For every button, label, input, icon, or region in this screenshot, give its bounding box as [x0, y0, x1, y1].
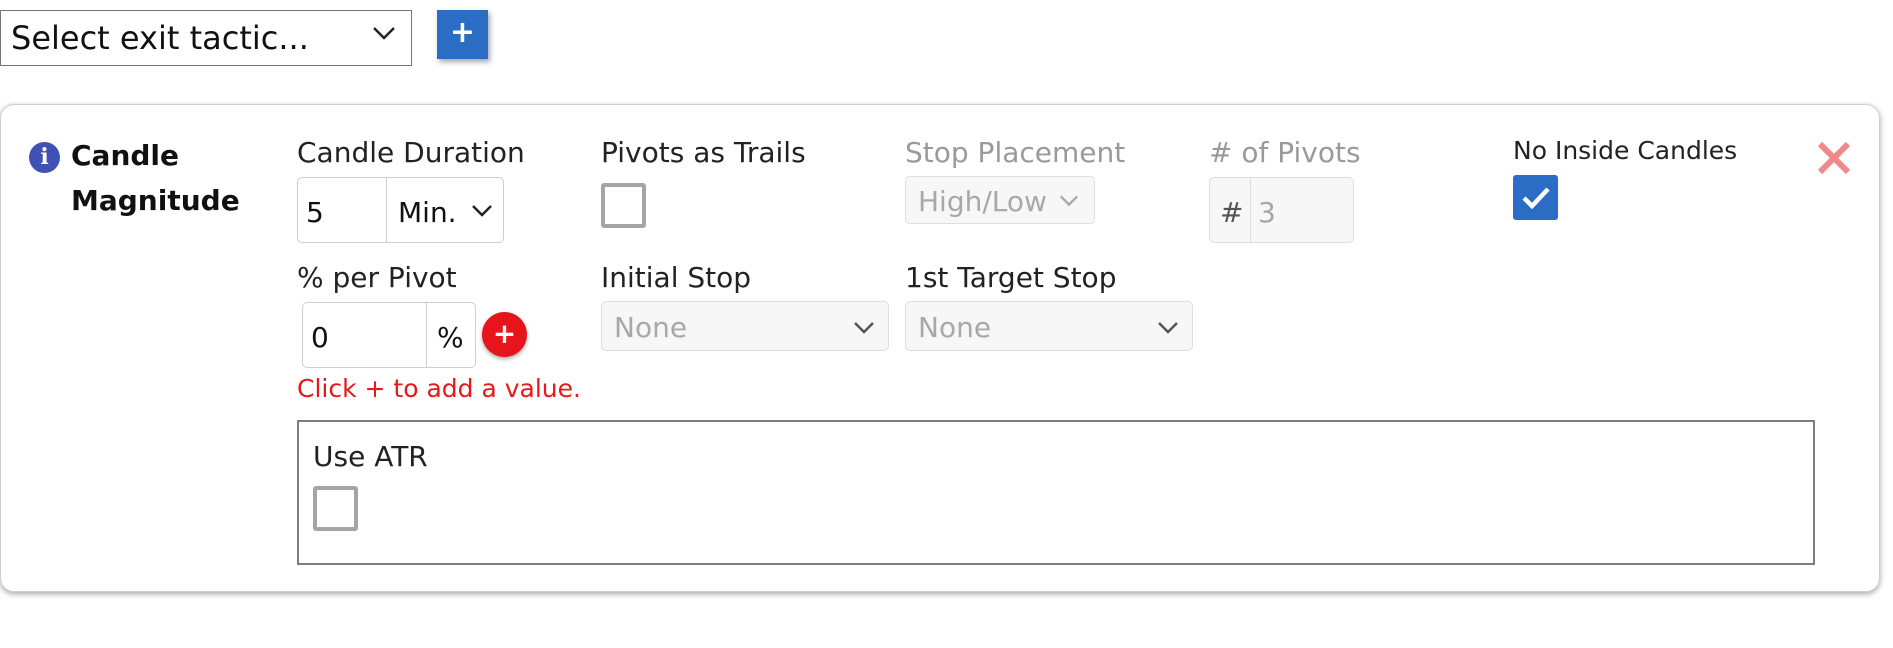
stop-placement-label: Stop Placement	[905, 136, 1126, 169]
initial-stop-select[interactable]: None	[601, 301, 889, 351]
percent-suffix: %	[437, 321, 464, 354]
add-value-button[interactable]: +	[482, 312, 527, 357]
card-title: Candle Magnitude	[71, 133, 271, 223]
add-tactic-button[interactable]: +	[437, 10, 488, 59]
initial-stop-value: None	[614, 311, 688, 344]
first-target-stop-label: 1st Target Stop	[905, 261, 1117, 294]
plus-icon: +	[492, 317, 517, 350]
chevron-down-icon	[1158, 322, 1178, 334]
divider	[1250, 178, 1251, 242]
use-atr-section: Use ATR	[297, 420, 1815, 565]
chevron-down-icon	[1059, 195, 1079, 207]
stop-placement-select[interactable]: High/Low	[905, 176, 1095, 224]
percent-per-pivot-input[interactable]: 0	[311, 321, 329, 354]
use-atr-label: Use ATR	[313, 440, 428, 473]
card-title-line2: Magnitude	[71, 184, 240, 217]
add-value-hint: Click + to add a value.	[297, 374, 581, 403]
no-inside-candles-label: No Inside Candles	[1513, 136, 1738, 165]
pivots-as-trails-checkbox[interactable]	[601, 183, 646, 228]
percent-per-pivot-label: % per Pivot	[297, 261, 457, 294]
chevron-down-icon	[854, 322, 874, 334]
chevron-down-icon	[472, 205, 492, 217]
no-inside-candles-checkbox[interactable]	[1513, 175, 1558, 220]
divider	[386, 178, 387, 242]
num-pivots-group: # 3	[1209, 177, 1354, 243]
candle-duration-unit-select[interactable]: Min.	[398, 196, 457, 229]
candle-duration-input[interactable]: 5	[306, 196, 324, 229]
candle-duration-group: 5 Min.	[297, 177, 504, 243]
info-icon[interactable]: i	[29, 142, 60, 173]
close-icon[interactable]	[1814, 138, 1854, 178]
checkmark-icon	[1522, 187, 1550, 210]
divider	[426, 303, 427, 367]
exit-tactic-select-value: Select exit tactic...	[11, 19, 309, 57]
chevron-down-icon	[373, 27, 395, 40]
num-pivots-input[interactable]: 3	[1258, 196, 1276, 229]
first-target-stop-select[interactable]: None	[905, 301, 1193, 351]
use-atr-checkbox[interactable]	[313, 486, 358, 531]
first-target-stop-value: None	[918, 311, 992, 344]
num-pivots-label: # of Pivots	[1209, 136, 1361, 169]
exit-tactic-select[interactable]: Select exit tactic...	[0, 10, 412, 66]
stop-placement-value: High/Low	[918, 185, 1047, 218]
plus-icon: +	[449, 15, 476, 50]
percent-per-pivot-group: 0 %	[302, 302, 476, 368]
candle-duration-label: Candle Duration	[297, 136, 525, 169]
card-title-line1: Candle	[71, 139, 180, 172]
initial-stop-label: Initial Stop	[601, 261, 752, 294]
hash-prefix: #	[1220, 196, 1244, 229]
pivots-as-trails-label: Pivots as Trails	[601, 136, 806, 169]
